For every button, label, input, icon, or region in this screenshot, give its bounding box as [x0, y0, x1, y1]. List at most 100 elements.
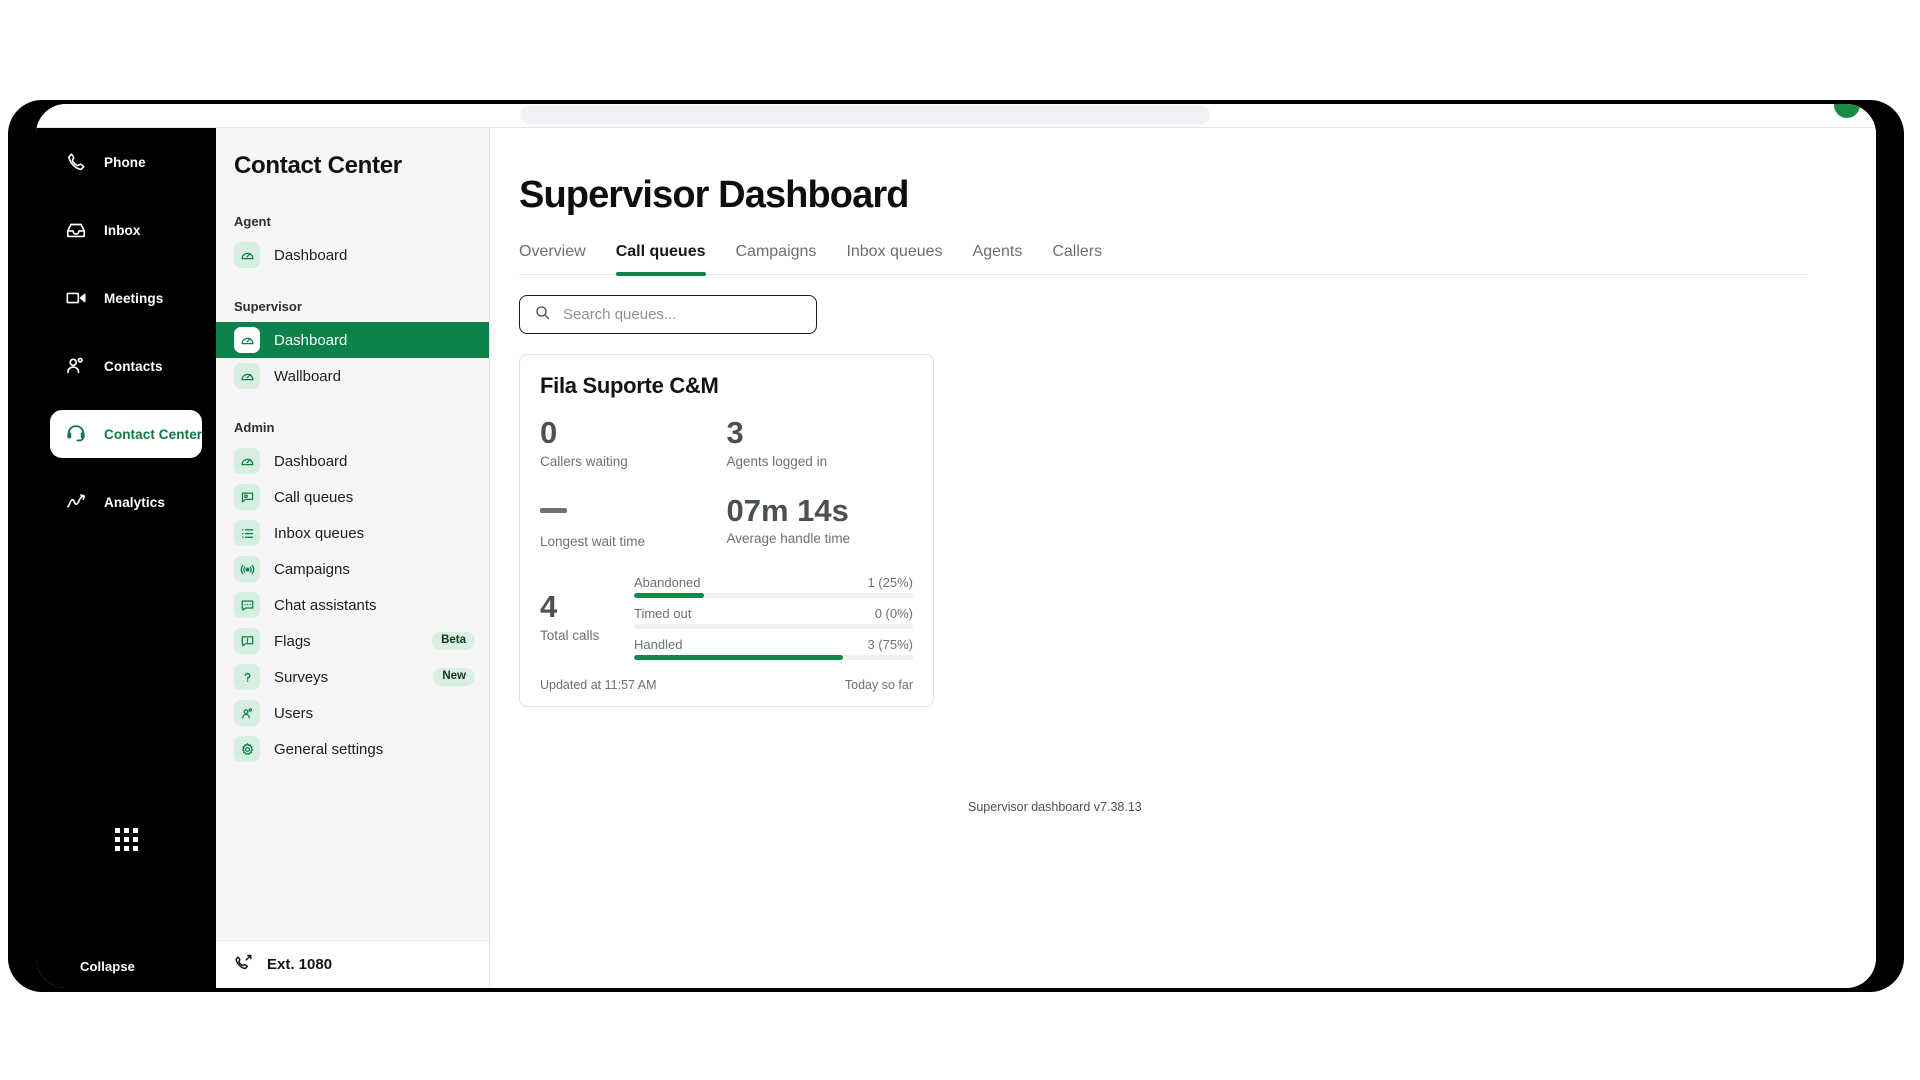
- extension-footer[interactable]: Ext. 1080: [216, 940, 489, 988]
- search-queues-field[interactable]: [519, 295, 817, 334]
- phone-forward-icon: [234, 953, 253, 977]
- rail-item-meetings[interactable]: Meetings: [50, 274, 202, 322]
- sidebar-item-inbox-queues[interactable]: Inbox queues: [216, 515, 489, 551]
- nav-group-admin-label: Admin: [234, 420, 275, 435]
- gear-icon: [234, 736, 260, 762]
- tab-bar: Overview Call queues Campaigns Inbox que…: [519, 243, 1807, 276]
- breakdown-label: Handled: [634, 636, 683, 652]
- gauge-icon: [234, 327, 260, 353]
- bar-track: [634, 654, 913, 660]
- rail-item-label: Analytics: [104, 494, 165, 510]
- gauge-icon: [234, 242, 260, 268]
- kpi-label: Longest wait time: [540, 533, 646, 549]
- status-badge: New: [433, 668, 475, 686]
- sidebar-item-surveys[interactable]: Surveys New: [216, 659, 489, 695]
- tab-callers[interactable]: Callers: [1052, 243, 1102, 274]
- kpi-longest-wait-time: Longest wait time: [540, 495, 727, 549]
- sidebar-item-label: Inbox queues: [274, 524, 365, 542]
- rail-item-contacts[interactable]: Contacts: [50, 342, 202, 390]
- breakdown-row-timed-out: Timed out 0 (0%): [634, 606, 913, 629]
- tab-campaigns[interactable]: Campaigns: [736, 243, 817, 274]
- primary-nav-rail: Phone Inbox Meetings Contacts Contact Ce…: [36, 128, 216, 988]
- sidebar-item-admin-dashboard[interactable]: Dashboard: [216, 443, 489, 479]
- bar-track: [634, 623, 913, 629]
- sidebar-title: Contact Center: [234, 152, 402, 179]
- kpi-callers-waiting: 0 Callers waiting: [540, 415, 727, 468]
- bar-fill: [634, 654, 844, 660]
- kpi-value: 0: [540, 415, 558, 450]
- sidebar-item-label: Surveys: [274, 668, 329, 686]
- sidebar-item-general-settings[interactable]: General settings: [216, 731, 489, 767]
- rail-item-inbox[interactable]: Inbox: [50, 206, 202, 254]
- sidebar-item-label: Campaigns: [274, 560, 350, 578]
- sidebar-item-supervisor-dashboard[interactable]: Dashboard: [216, 322, 489, 358]
- global-search-bar[interactable]: [520, 106, 1210, 124]
- total-calls-label: Total calls: [540, 628, 600, 644]
- list-icon: [234, 520, 260, 546]
- breakdown-value: 1 (25%): [867, 574, 913, 590]
- breakdown-value: 0 (0%): [874, 605, 913, 621]
- search-icon: [534, 304, 551, 326]
- sidebar-item-wallboard[interactable]: Wallboard: [216, 358, 489, 394]
- sidebar-item-label: Call queues: [274, 488, 354, 506]
- queue-cards-row: Fila Suporte C&M 0 Callers waiting 3 Age…: [519, 354, 1876, 707]
- collapse-nav-button[interactable]: Collapse: [36, 946, 216, 986]
- tab-inbox-queues[interactable]: Inbox queues: [846, 243, 942, 274]
- sidebar-nav-list: Agent Dashboard Supervisor Dashboard Wal…: [216, 180, 489, 940]
- kpi-label: Average handle time: [726, 531, 851, 547]
- kpi-empty-dash: [540, 507, 567, 513]
- app-top-chrome: [36, 104, 1876, 128]
- avatar[interactable]: [1834, 104, 1860, 118]
- sidebar-item-agent-dashboard[interactable]: Dashboard: [216, 237, 489, 273]
- sidebar-item-label: Users: [274, 704, 314, 722]
- queue-card[interactable]: Fila Suporte C&M 0 Callers waiting 3 Age…: [519, 354, 934, 707]
- sidebar-item-label: Dashboard: [274, 452, 348, 470]
- page-title: Supervisor Dashboard: [519, 174, 909, 216]
- queue-card-footer: Updated at 11:57 AM Today so far: [540, 678, 913, 692]
- collapse-label: Collapse: [80, 958, 135, 974]
- gauge-icon: [234, 363, 260, 389]
- nav-group-supervisor-label: Supervisor: [234, 299, 302, 314]
- search-input[interactable]: [563, 306, 802, 323]
- sidebar-item-campaigns[interactable]: Campaigns: [216, 551, 489, 587]
- rail-item-phone[interactable]: Phone: [50, 138, 202, 186]
- kpi-average-handle-time: 07m 14s Average handle time: [726, 492, 914, 549]
- kpi-agents-logged-in: 3 Agents logged in: [726, 416, 914, 469]
- rail-item-label: Inbox: [104, 222, 141, 238]
- chat-bubble-icon: [234, 592, 260, 618]
- rail-item-contact-center[interactable]: Contact Center: [50, 410, 202, 458]
- tab-overview[interactable]: Overview: [519, 243, 586, 274]
- primary-nav-list: Phone Inbox Meetings Contacts Contact Ce…: [36, 128, 216, 526]
- headset-icon: [64, 422, 88, 446]
- sidebar-item-flags[interactable]: Flags Beta: [216, 623, 489, 659]
- rail-item-label: Contact Center: [104, 426, 203, 442]
- tab-call-queues[interactable]: Call queues: [615, 243, 706, 276]
- kpi-label: Agents logged in: [726, 453, 828, 469]
- app-grid-icon: [114, 828, 138, 851]
- breakdown-label: Abandoned: [634, 574, 701, 590]
- inbox-icon: [64, 218, 88, 242]
- call-queue-icon: [234, 484, 260, 510]
- rail-item-label: Phone: [104, 154, 146, 170]
- updated-at-label: Updated at 11:57 AM: [540, 677, 657, 692]
- sidebar-item-chat-assistants[interactable]: Chat assistants: [216, 587, 489, 623]
- sidebar-item-call-queues[interactable]: Call queues: [216, 479, 489, 515]
- users-icon: [234, 700, 260, 726]
- rail-item-label: Meetings: [104, 290, 164, 306]
- phone-icon: [64, 150, 88, 174]
- queue-call-breakdown: 4 Total calls Abandoned 1 (25%) Timed ou…: [540, 575, 913, 660]
- app-grid-button[interactable]: [36, 828, 216, 851]
- breakdown-bars: Abandoned 1 (25%) Timed out 0 (0%) Handl…: [634, 575, 913, 660]
- sidebar-item-label: Dashboard: [274, 246, 348, 264]
- sidebar-item-label: Dashboard: [274, 331, 348, 349]
- video-camera-icon: [64, 286, 88, 310]
- tab-agents[interactable]: Agents: [973, 243, 1023, 274]
- bar-fill: [634, 592, 704, 598]
- sidebar-item-users[interactable]: Users: [216, 695, 489, 731]
- kpi-value: 07m 14s: [726, 492, 849, 528]
- rail-item-analytics[interactable]: Analytics: [50, 478, 202, 526]
- main-content: Supervisor Dashboard Overview Call queue…: [491, 128, 1876, 988]
- breakdown-value: 3 (75%): [867, 636, 913, 652]
- status-badge: Beta: [432, 632, 475, 650]
